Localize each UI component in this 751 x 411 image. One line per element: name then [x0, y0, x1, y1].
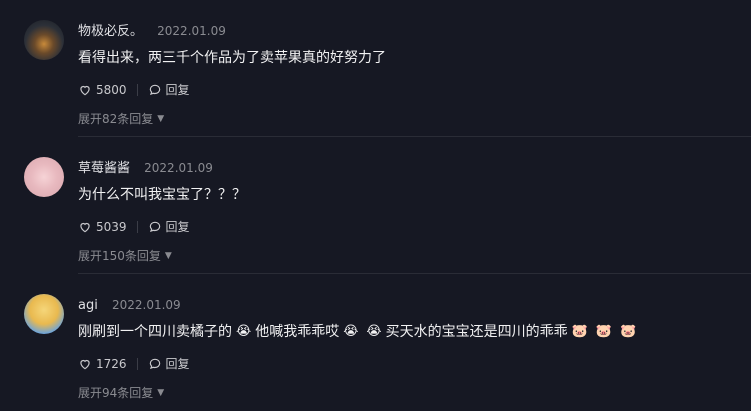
comment-actions: 1726 回复: [78, 356, 190, 372]
username[interactable]: agi: [78, 298, 98, 313]
comment-actions: 5800 回复: [78, 82, 190, 98]
reply-label: 回复: [165, 220, 190, 234]
reply-button[interactable]: 回复: [148, 219, 190, 235]
like-count: 1726: [96, 357, 127, 371]
like-button[interactable]: 5800: [78, 82, 127, 98]
comment-date: 2022.01.09: [157, 24, 226, 38]
comment-text-part: 刚刷到一个四川卖橘子的: [78, 324, 232, 340]
comment-text-part: 他喊我乖乖哎: [255, 324, 340, 340]
comment-meta: 物极必反。 2022.01.09: [78, 23, 226, 40]
username[interactable]: 物极必反。: [78, 24, 143, 39]
expand-replies-label: 展开82条回复: [78, 112, 154, 126]
avatar[interactable]: [24, 157, 64, 197]
speech-bubble-icon: [149, 221, 160, 233]
expand-replies-label: 展开150条回复: [78, 249, 161, 263]
crying-face-icon: 😭: [366, 324, 382, 339]
speech-bubble-icon: [149, 358, 160, 370]
pig-face-icon: 🐷: [571, 324, 588, 339]
like-button[interactable]: 5039: [78, 219, 127, 235]
heart-outline-icon: [80, 85, 90, 96]
caret-down-icon: ▼: [157, 388, 165, 398]
like-count: 5039: [96, 220, 127, 234]
comment-item: agi 2022.01.09 刚刷到一个四川卖橘子的 😭 他喊我乖乖哎 😭 😭 买天水的宝…: [0, 274, 751, 411]
comment-text: 为什么不叫我宝宝了？？？: [78, 187, 246, 203]
comment-actions: 5039 回复: [78, 219, 190, 235]
pig-face-icon: 🐷: [619, 324, 637, 339]
expand-replies-button[interactable]: 展开150条回复 ▼: [78, 248, 172, 264]
expand-replies-button[interactable]: 展开94条回复 ▼: [78, 385, 164, 401]
divider: [136, 358, 138, 370]
crying-face-icon: 😭: [343, 324, 359, 339]
comment-text-part: 买天水的宝宝还是四川的乖乖: [385, 324, 568, 340]
like-count: 5800: [96, 83, 127, 97]
avatar[interactable]: [24, 20, 64, 60]
comment-item: 草莓酱酱 2022.01.09 为什么不叫我宝宝了？？？ 5039 回复 展开1…: [0, 137, 751, 274]
username[interactable]: 草莓酱酱: [78, 161, 130, 176]
comment-text: 看得出来，两三千个作品为了卖苹果真的好努力了: [78, 50, 386, 66]
reply-label: 回复: [165, 357, 190, 371]
expand-replies-button[interactable]: 展开82条回复 ▼: [78, 111, 164, 127]
comment-date: 2022.01.09: [111, 298, 181, 312]
divider: [136, 221, 138, 233]
reply-button[interactable]: 回复: [148, 82, 190, 98]
like-button[interactable]: 1726: [78, 356, 127, 372]
caret-down-icon: ▼: [164, 251, 172, 261]
avatar[interactable]: [24, 294, 64, 334]
expand-replies-label: 展开94条回复: [78, 386, 154, 400]
crying-face-icon: 😭: [236, 324, 252, 339]
reply-button[interactable]: 回复: [148, 356, 190, 372]
caret-down-icon: ▼: [157, 114, 165, 124]
comment-meta: 草莓酱酱 2022.01.09: [78, 160, 213, 177]
divider: [136, 84, 138, 96]
comment-meta: agi 2022.01.09: [78, 297, 181, 314]
comment-item: 物极必反。 2022.01.09 看得出来，两三千个作品为了卖苹果真的好努力了 …: [0, 0, 751, 137]
comment-text: 刚刷到一个四川卖橘子的 😭 他喊我乖乖哎 😭 😭 买天水的宝宝还是四川的乖乖 🐷 🐷 🐷: [78, 322, 640, 342]
speech-bubble-icon: [149, 84, 160, 96]
pig-face-icon: 🐷: [595, 324, 612, 339]
heart-outline-icon: [80, 359, 90, 370]
comment-date: 2022.01.09: [144, 161, 213, 175]
heart-outline-icon: [80, 222, 90, 233]
reply-label: 回复: [165, 83, 190, 97]
